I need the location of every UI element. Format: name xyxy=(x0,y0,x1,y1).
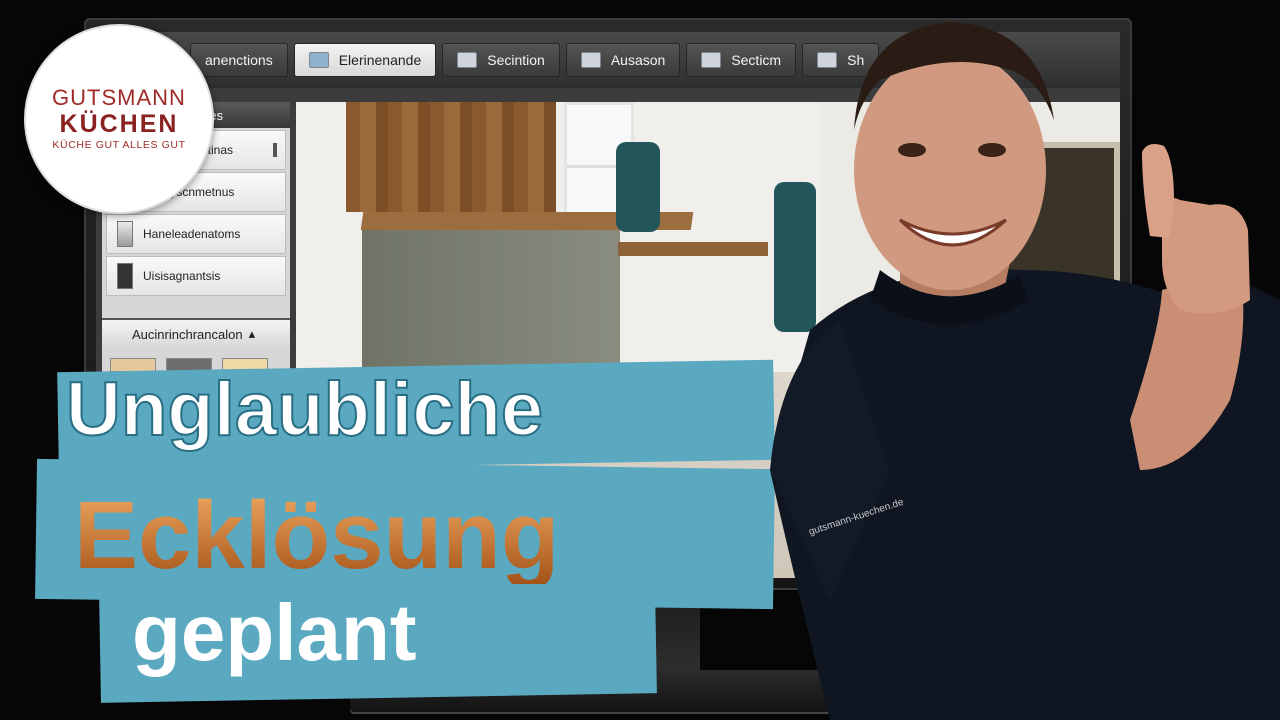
tab-label: Ausason xyxy=(610,52,666,68)
tab-elements[interactable]: Elerinenande xyxy=(293,43,437,77)
panel-icon xyxy=(457,52,478,68)
tab-label: anenctions xyxy=(205,52,273,68)
building-icon xyxy=(580,52,601,68)
logo-text-main: KÜCHEN xyxy=(59,110,179,138)
headline-line-3: geplant xyxy=(132,588,417,677)
window-icon xyxy=(308,52,329,68)
cabinet-thumbnail-icon xyxy=(117,221,133,247)
sidebar-item-label: Uisisagnantsis xyxy=(143,269,221,283)
tab-label: Elerinenande xyxy=(338,52,422,68)
drag-handle-icon[interactable] xyxy=(273,143,277,157)
office-chair xyxy=(616,142,660,232)
sidebar-item-haneleadenatoms[interactable]: Haneleadenatoms xyxy=(106,214,286,254)
tab-connections[interactable]: anenctions xyxy=(190,43,288,77)
kitchen-island xyxy=(362,230,620,380)
logo-text-top: GUTSMANN xyxy=(52,85,186,110)
cabinet-thumbnail-icon xyxy=(117,263,133,289)
sidebar-item-uisisagnantsis[interactable]: Uisisagnantsis xyxy=(106,256,286,296)
tab-section[interactable]: Secintion xyxy=(442,43,560,77)
presenter-thumbs-up: gutsmann-kuechen.de xyxy=(770,22,1280,720)
tab-label: Secintion xyxy=(487,52,545,68)
headline-line-2: Ecklösung xyxy=(74,482,560,589)
sidebar-item-label: Haneleadenatoms xyxy=(143,227,241,241)
cabinet-icon xyxy=(701,52,722,68)
logo-slogan: KÜCHE GUT ALLES GUT xyxy=(52,139,186,151)
wood-backsplash xyxy=(346,102,556,212)
brand-logo: GUTSMANN KÜCHEN KÜCHE GUT ALLES GUT xyxy=(24,24,214,214)
sidebar-section-label: Aucinrinchrancalon xyxy=(132,326,243,342)
desk xyxy=(618,242,768,256)
tab-ausason[interactable]: Ausason xyxy=(565,43,681,77)
chevron-down-icon: ▴ xyxy=(248,326,256,341)
headline-line-1: Unglaubliche xyxy=(65,367,544,452)
sidebar-section-header[interactable]: Aucinrinchrancalon ▴ xyxy=(102,318,290,348)
